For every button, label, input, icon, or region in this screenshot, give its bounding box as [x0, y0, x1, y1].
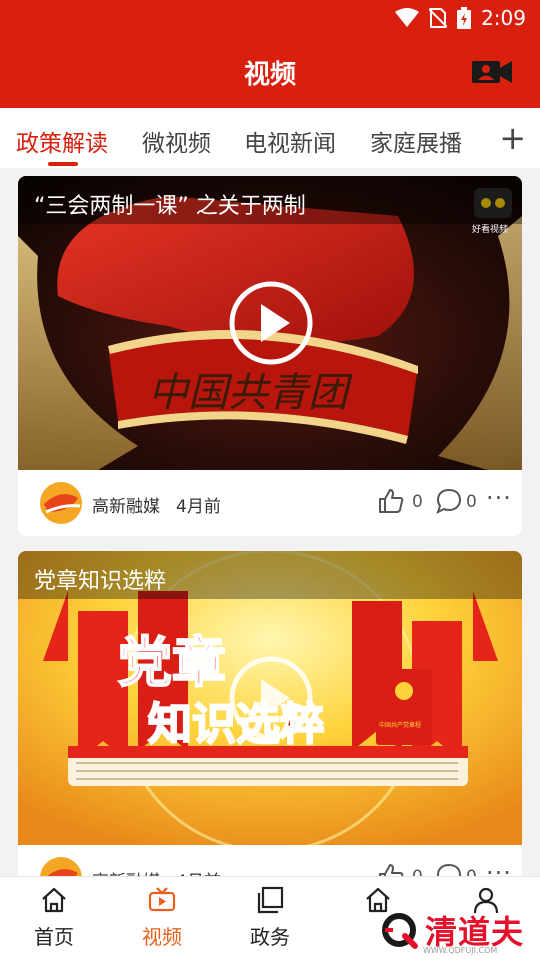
- nav-home[interactable]: 首页: [0, 885, 108, 950]
- video-thumbnail[interactable]: 中国共青团 好看视频 “三会两制一课” 之关于两制: [18, 176, 522, 470]
- book-title: 中国共产党章程: [379, 721, 421, 729]
- plus-icon[interactable]: +: [499, 122, 526, 154]
- active-tab-indicator: [48, 162, 78, 166]
- nav-video[interactable]: 视频: [108, 885, 216, 950]
- video-caption-bar: “三会两制一课” 之关于两制: [18, 176, 522, 224]
- nav-label: 视频: [142, 925, 182, 949]
- play-icon[interactable]: [228, 655, 314, 741]
- source-name: 高新融媒: [92, 497, 160, 517]
- video-thumbnail[interactable]: 中国共产党章程 党章 知识选粹 党章知识选粹: [18, 551, 522, 845]
- status-bar: 2:09: [0, 0, 540, 36]
- layers-icon: [257, 886, 284, 914]
- home-icon: [42, 887, 66, 913]
- category-tabs: 政策解读 微视频 电视新闻 家庭展播 +: [0, 108, 540, 168]
- no-sim-icon: [429, 8, 448, 28]
- more-icon[interactable]: ···: [486, 484, 512, 512]
- app-header: 视频: [0, 36, 540, 108]
- watermark-logo-icon: [381, 913, 418, 949]
- video-title: 党章知识选粹: [34, 569, 167, 594]
- status-icons: 2:09: [395, 6, 526, 30]
- battery-charging-icon: [457, 7, 472, 29]
- video-caption-bar: 党章知识选粹: [18, 551, 522, 599]
- play-icon[interactable]: [228, 280, 314, 366]
- video-card[interactable]: 中国共产党章程 党章 知识选粹 党章知识选粹 高新融媒 4月前 0 0: [18, 551, 522, 911]
- tab-tv-news[interactable]: 电视新闻: [244, 124, 336, 158]
- tab-family-showcase[interactable]: 家庭展播: [370, 124, 462, 158]
- video-title: “三会两制一课” 之关于两制: [34, 194, 306, 219]
- thumbnail-brand: 好看视频: [472, 223, 508, 235]
- status-time: 2:09: [481, 6, 526, 30]
- tab-policy-interpretation[interactable]: 政策解读: [16, 124, 108, 158]
- nav-label: 政务: [250, 925, 290, 949]
- thumbs-up-icon[interactable]: [378, 488, 404, 514]
- source-avatar: [40, 482, 82, 524]
- page-title: 视频: [243, 60, 296, 90]
- wifi-icon: [395, 8, 420, 27]
- video-card[interactable]: 中国共青团 好看视频 “三会两制一课” 之关于两制 高新融媒 4月前 0 0 ·…: [18, 176, 522, 536]
- post-time: 4月前: [176, 497, 221, 517]
- thumbnail-emblem-text: 中国共青团: [148, 370, 353, 416]
- nav-government[interactable]: 政务: [216, 885, 324, 950]
- comment-icon[interactable]: [436, 488, 462, 514]
- video-meta: 高新融媒 4月前 0 0 ···: [18, 470, 522, 536]
- tab-micro-video[interactable]: 微视频: [142, 124, 211, 158]
- nav-label: 首页: [34, 925, 74, 949]
- comment-count: 0: [466, 492, 477, 512]
- thumbnail-heading: 党章: [118, 631, 226, 694]
- video-camera-icon[interactable]: [472, 58, 512, 86]
- watermark-url: WWW.QDFUJI.COM: [422, 946, 498, 955]
- tv-icon: [148, 887, 176, 912]
- like-count: 0: [412, 492, 423, 512]
- watermark: 清道夫 WWW.QDFUJI.COM: [379, 908, 524, 955]
